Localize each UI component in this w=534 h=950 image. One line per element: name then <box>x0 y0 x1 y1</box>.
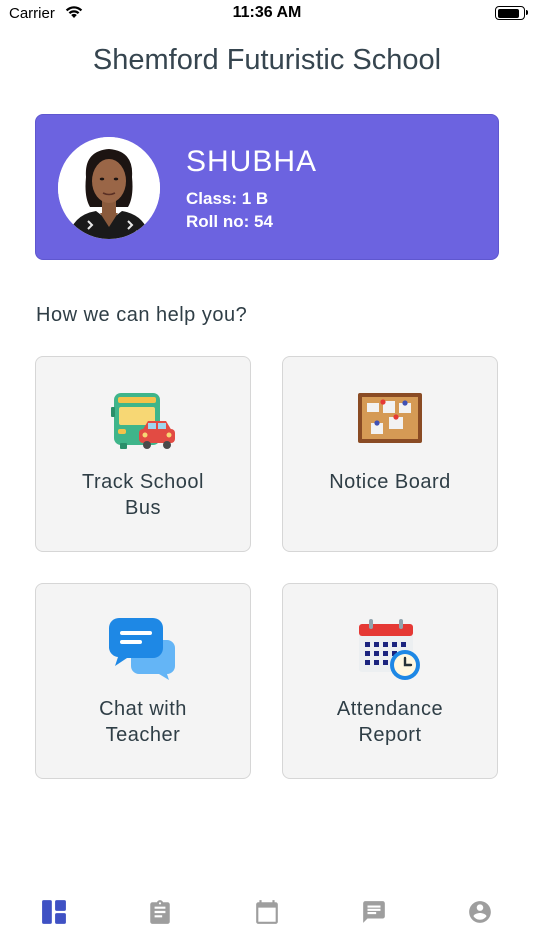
attendance-report-tile[interactable]: Attendance Report <box>282 583 498 779</box>
avatar <box>58 137 160 239</box>
student-name: SHUBHA <box>186 145 318 178</box>
student-profile-card[interactable]: SHUBHA Class: 1 B Roll no: 54 <box>35 114 499 260</box>
track-school-bus-tile[interactable]: Track School Bus <box>35 356 251 552</box>
tile-label-line1: Attendance <box>336 698 444 720</box>
tile-label: Track School Bus <box>36 469 250 521</box>
student-roll-number: Roll no: 54 <box>186 212 273 231</box>
notice-board-tile[interactable]: Notice Board <box>282 356 498 552</box>
battery-level <box>497 8 520 18</box>
tile-label-line1: Chat with <box>99 698 187 720</box>
dashboard-icon <box>42 900 66 924</box>
chat-with-teacher-tile[interactable]: Chat with Teacher <box>35 583 251 779</box>
battery-icon <box>495 6 528 20</box>
help-heading: How we can help you? <box>36 304 248 326</box>
tab-clipboard[interactable] <box>145 897 175 927</box>
tile-label-line2: Report <box>358 724 422 746</box>
tab-account[interactable] <box>465 897 495 927</box>
tab-dashboard[interactable] <box>39 897 69 927</box>
tile-label-line2: Bus <box>125 497 161 519</box>
clipboard-icon <box>150 900 170 924</box>
tile-label-line1: Track School <box>82 471 204 493</box>
tab-messages[interactable] <box>359 897 389 927</box>
school-bus-icon <box>36 391 250 457</box>
student-class: Class: 1 B <box>186 189 269 208</box>
calendar-icon <box>256 900 278 924</box>
tab-calendar[interactable] <box>252 897 282 927</box>
message-icon <box>363 901 385 923</box>
tile-label-line1: Notice Board <box>329 471 451 493</box>
tile-label-line2: Teacher <box>105 724 181 746</box>
status-bar: Carrier 11:36 AM <box>0 0 534 28</box>
notice-board-icon <box>283 391 497 457</box>
tile-label: Notice Board <box>283 469 497 495</box>
calendar-clock-icon <box>283 618 497 684</box>
chat-bubbles-icon <box>36 618 250 684</box>
tile-label: Chat with Teacher <box>36 696 250 748</box>
tile-label: Attendance Report <box>283 696 497 748</box>
bottom-tab-bar <box>0 885 534 940</box>
account-icon <box>469 901 491 923</box>
status-time: 11:36 AM <box>232 4 302 21</box>
page-title: Shemford Futuristic School <box>92 44 442 76</box>
